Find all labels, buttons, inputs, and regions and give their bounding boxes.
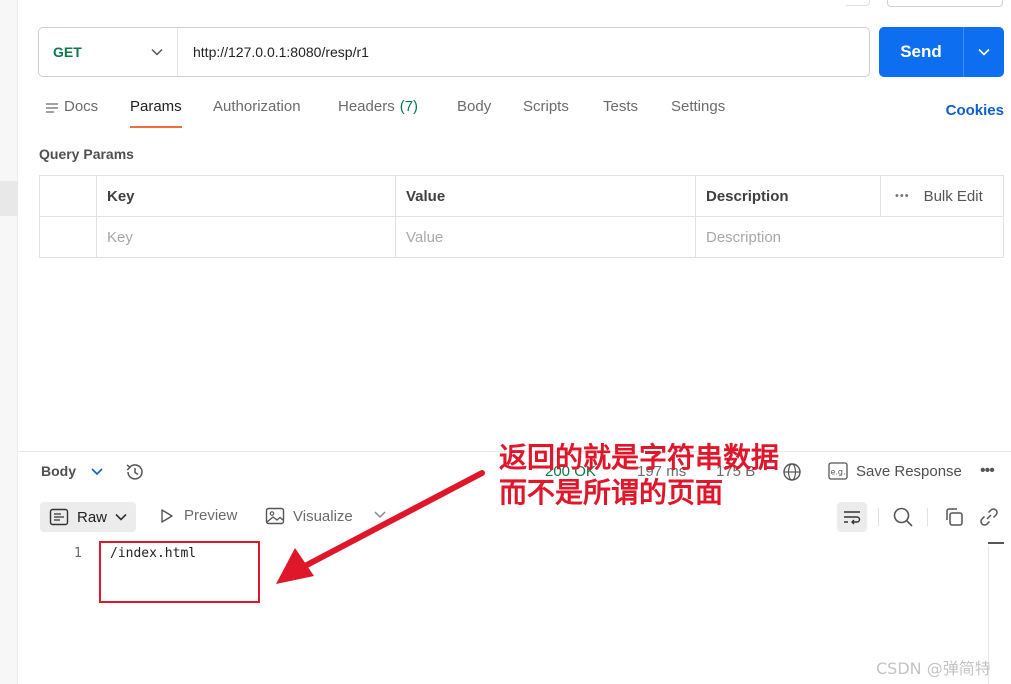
watermark: CSDN @弹简特 [876,659,991,678]
save-response-label: Save Response [856,462,962,480]
example-icon: e.g. [828,462,848,480]
wrap-lines-button[interactable] [837,502,867,532]
table-row: Key Value Description [40,217,1003,258]
key-input[interactable]: Key [96,217,395,258]
chevron-down-icon[interactable] [90,464,104,478]
editor-scroll-marker [988,542,1004,544]
send-button[interactable]: Send [879,42,963,62]
tab-authorization[interactable]: Authorization [213,98,301,128]
tab-params[interactable]: Params [130,98,182,128]
tab-params-label: Params [130,98,182,115]
send-options-button[interactable] [964,48,1004,56]
toolbar-separator [878,508,879,526]
row-checkbox-cell [40,217,96,258]
chevron-down-icon [978,48,990,56]
column-header-value: Value [395,176,695,216]
response-body-label[interactable]: Body [41,463,76,479]
history-icon[interactable] [124,461,146,483]
left-sidebar-strip [0,0,18,684]
tab-docs-label: Docs [64,98,99,115]
tab-settings[interactable]: Settings [671,98,725,128]
annotation-line-2: 而不是所谓的页面 [499,476,724,509]
tab-tests-label: Tests [603,98,639,115]
top-toolbar-button-fragment[interactable] [887,0,1003,7]
method-label: GET [53,44,82,60]
line-number: 1 [74,546,82,561]
annotation-text: 返回的就是字符串数据 而不是所谓的页面 [499,440,779,510]
tab-settings-label: Settings [671,98,726,115]
description-input[interactable]: Description [695,217,1005,258]
chevron-down-icon [151,48,163,56]
url-input[interactable]: http://127.0.0.1:8080/resp/r1 [178,44,369,60]
globe-icon[interactable] [782,462,802,482]
preview-view-button[interactable]: Preview [159,507,237,524]
method-select[interactable]: GET [39,28,178,76]
tab-tests[interactable]: Tests [603,98,638,128]
raw-label: Raw [77,508,108,526]
save-response-button[interactable]: e.g. Save Response [828,462,962,480]
link-icon[interactable] [978,506,1000,528]
column-header-description: Description [695,176,880,216]
docs-lines-icon [46,103,58,113]
copy-icon[interactable] [943,506,965,528]
cookies-link[interactable]: Cookies [946,102,1004,119]
table-header-row: Key Value Description ••• Bulk Edit [40,176,1003,217]
headers-count-badge: (7) [399,98,419,115]
sidebar-selected-marker [0,181,18,216]
wrap-lines-icon [844,511,861,525]
tab-headers-label: Headers [338,98,395,115]
chevron-down-icon [115,513,127,521]
raw-view-button[interactable]: Raw [40,502,136,532]
checkbox-column-header [40,176,96,216]
annotation-highlight-box [99,541,260,603]
toolbar-separator [927,508,928,526]
top-toolbar-fragment [846,0,870,6]
svg-text:e.g.: e.g. [830,468,845,477]
tab-authorization-label: Authorization [213,98,301,115]
tab-body[interactable]: Body [457,98,491,128]
tab-headers[interactable]: Headers (7) [338,98,418,128]
search-icon[interactable] [892,506,914,528]
play-icon [161,508,173,523]
tab-scripts[interactable]: Scripts [523,98,569,128]
bulk-edit-button[interactable]: ••• Bulk Edit [880,176,1005,216]
tab-docs[interactable]: Docs [45,98,98,128]
column-header-key: Key [96,176,395,216]
query-params-table: Key Value Description ••• Bulk Edit Key … [39,175,1004,258]
more-horizontal-icon: ••• [895,190,910,202]
query-params-title: Query Params [39,146,134,162]
tab-scripts-label: Scripts [523,98,569,115]
bulk-edit-label: Bulk Edit [923,187,983,205]
more-options-icon[interactable]: ••• [980,462,995,480]
preview-label: Preview [184,507,238,524]
tab-body-label: Body [457,98,492,115]
request-tabs: Docs Params Authorization Headers (7) Bo… [40,98,1004,130]
request-url-bar: GET http://127.0.0.1:8080/resp/r1 [38,27,870,77]
value-input[interactable]: Value [395,217,695,258]
document-icon [49,508,69,526]
annotation-arrow-icon [276,470,485,584]
send-button-group: Send [879,27,1004,77]
annotation-line-1: 返回的就是字符串数据 [499,441,780,474]
